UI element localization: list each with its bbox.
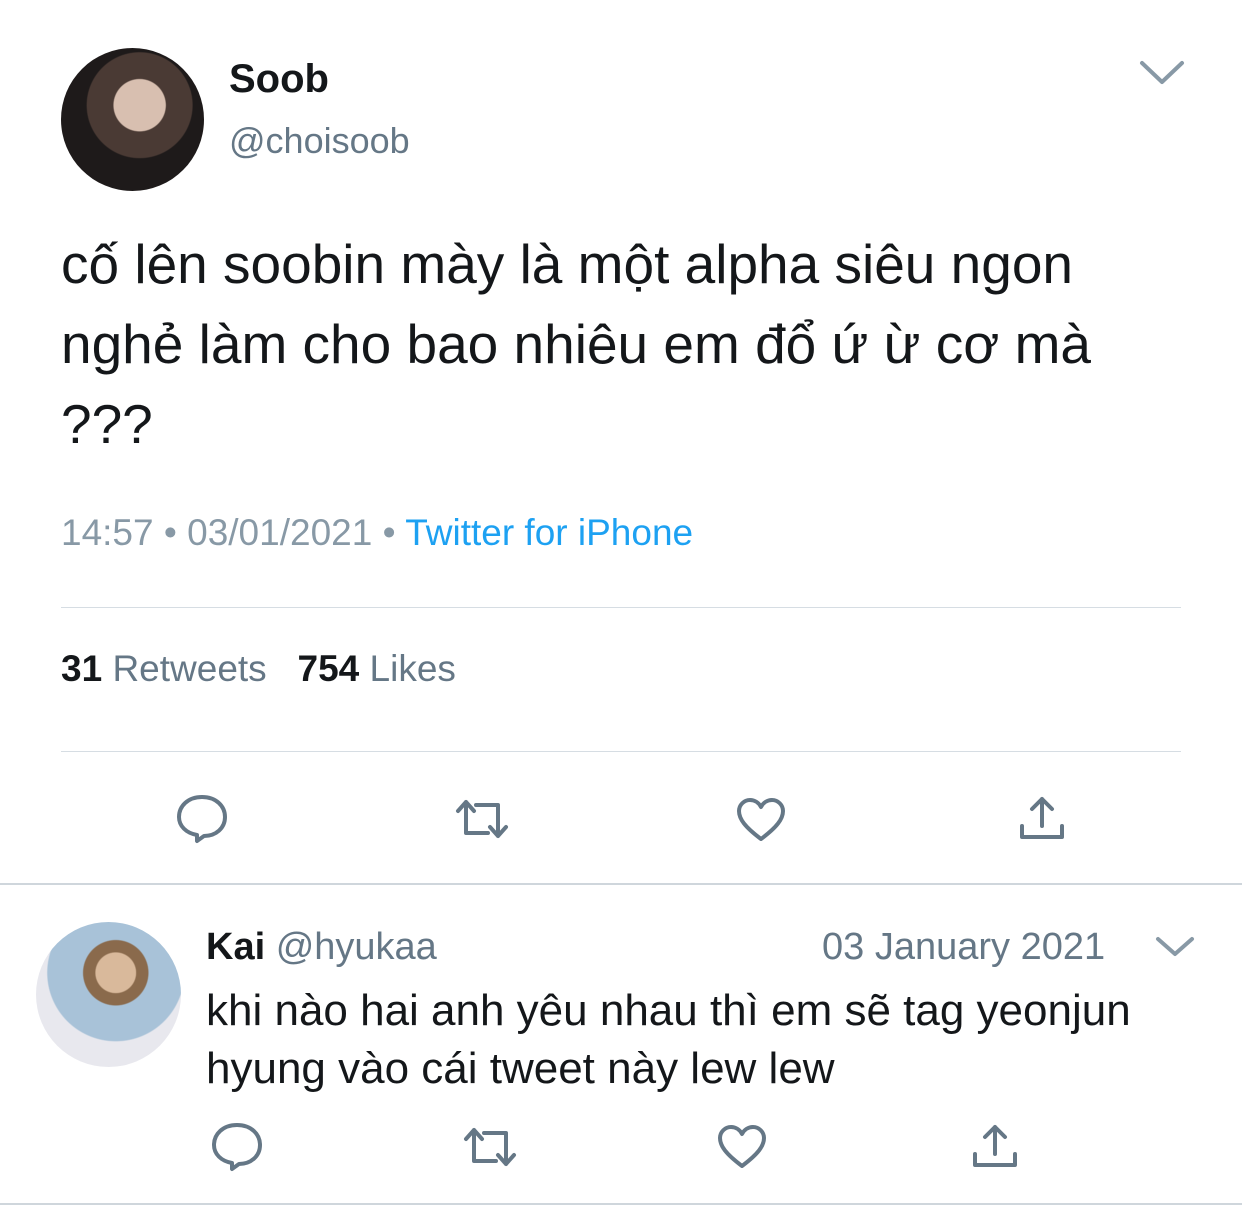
tweet-text: cố lên soobin mày là một alpha siêu ngon…	[61, 233, 1091, 455]
likes-label: Likes	[369, 648, 456, 689]
like-icon[interactable]	[735, 797, 787, 843]
tweet-time: 14:57	[61, 512, 154, 553]
retweets-label: Retweets	[112, 648, 267, 689]
author-name[interactable]: Soob	[229, 57, 329, 102]
reply-author-avatar[interactable]	[36, 922, 181, 1067]
divider	[61, 607, 1181, 608]
chevron-down-icon[interactable]	[1155, 936, 1195, 958]
likes-stat[interactable]: 754 Likes	[298, 648, 456, 689]
retweets-stat[interactable]: 31 Retweets	[61, 648, 267, 689]
meta-separator: •	[382, 512, 396, 553]
reply-author-handle: @hyukaa	[275, 926, 437, 968]
reply-author[interactable]: Kai @hyukaa	[206, 926, 437, 969]
tweet-meta: 14:57 • 03/01/2021 • Twitter for iPhone	[61, 512, 693, 554]
author-handle[interactable]: @choisoob	[229, 120, 410, 162]
chevron-down-icon[interactable]	[1139, 60, 1185, 86]
likes-count: 754	[297, 648, 360, 689]
section-divider	[0, 883, 1242, 885]
retweet-icon[interactable]	[462, 1125, 518, 1169]
meta-separator: •	[163, 512, 177, 553]
reply-author-name: Kai	[206, 926, 266, 968]
reply-icon[interactable]	[210, 1121, 264, 1173]
tweet-source-link[interactable]: Twitter for iPhone	[405, 512, 693, 553]
share-icon[interactable]	[971, 1122, 1019, 1170]
retweets-count: 31	[61, 648, 103, 689]
reply-date: 03 January 2021	[822, 926, 1106, 968]
tweet-stats: 31 Retweets 754 Likes	[61, 648, 456, 690]
tweet-date: 03/01/2021	[187, 512, 373, 553]
retweet-icon[interactable]	[454, 797, 510, 841]
divider	[61, 751, 1181, 752]
like-icon[interactable]	[716, 1124, 768, 1170]
share-icon[interactable]	[1018, 794, 1066, 842]
section-divider	[0, 1203, 1242, 1205]
reply-text: khi nào hai anh yêu nhau thì em sẽ tag y…	[206, 986, 1131, 1093]
reply-icon[interactable]	[175, 793, 229, 845]
author-avatar[interactable]	[61, 48, 204, 191]
